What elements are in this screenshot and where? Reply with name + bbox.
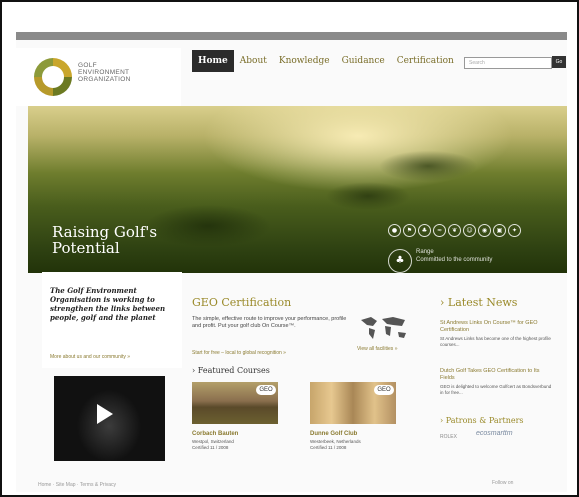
course-certified-1: Certified 11 / 2008: [192, 445, 229, 450]
geo-description: The simple, effective route to improve y…: [192, 316, 347, 329]
search-button[interactable]: Go: [552, 56, 566, 68]
footer-links[interactable]: Home · Site Map · Terms & Privacy: [38, 482, 116, 488]
logo-line-3: ORGANIZATION: [78, 76, 131, 83]
news-headline-1[interactable]: St Andrews Links On Course™ for GEO Cert…: [440, 320, 552, 334]
world-map-icon: [361, 317, 406, 339]
view-all-facilities-link[interactable]: View all facilities »: [357, 346, 397, 352]
about-link[interactable]: More about us and our community »: [50, 354, 130, 360]
leaf-icon[interactable]: ❦: [448, 224, 461, 237]
tree-icon[interactable]: ♣: [418, 224, 431, 237]
nav-about[interactable]: About: [234, 50, 273, 72]
globe-icon[interactable]: ◉: [478, 224, 491, 237]
partners-label: Patrons & Partners: [445, 416, 524, 425]
hero-caption-line-2: Committed to the community: [416, 257, 493, 263]
latest-news-title: › Latest News: [440, 296, 518, 309]
hero-caption: Range Committed to the community: [416, 248, 492, 264]
main-nav: Home About Knowledge Guidance Certificat…: [192, 50, 460, 72]
logo-text: GOLF ENVIRONMENT ORGANIZATION: [78, 62, 131, 83]
geo-certification-title[interactable]: GEO Certification: [192, 296, 291, 309]
course-name-1[interactable]: Corbach Bauten: [192, 431, 238, 437]
search-input[interactable]: Search: [464, 57, 552, 69]
hero-title: Raising Golf's Potential: [52, 224, 157, 256]
nav-certification[interactable]: Certification: [391, 50, 460, 72]
course-name-2[interactable]: Dunne Golf Club: [310, 431, 357, 437]
geo-badge-1: GEO: [256, 385, 276, 395]
building-icon[interactable]: ▣: [493, 224, 506, 237]
top-strip: [16, 32, 567, 40]
tree-badge-icon[interactable]: ♣: [388, 249, 412, 273]
featured-courses-label: Featured Courses: [197, 366, 270, 375]
course-info-2: Westerbeek, Netherlands Certified 11 / 2…: [310, 439, 361, 451]
geo-start-link[interactable]: Start for free – local to global recogni…: [192, 350, 286, 356]
water-icon[interactable]: ≈: [433, 224, 446, 237]
partners-title: › Patrons & Partners: [440, 416, 524, 425]
play-icon[interactable]: [97, 404, 113, 424]
hero-title-line-1: Raising Golf's: [52, 223, 158, 241]
people-icon[interactable]: ☺: [463, 224, 476, 237]
logo-line-2: ENVIRONMENT: [78, 69, 130, 76]
news-body-1: St Andrews Links has become one of the h…: [440, 336, 551, 347]
flag-icon[interactable]: ⚑: [403, 224, 416, 237]
nav-home[interactable]: Home: [192, 50, 234, 72]
hero-caption-line-1: Range: [416, 249, 434, 255]
footer-social[interactable]: Follow on: [492, 480, 513, 486]
browser-frame: GOLF ENVIRONMENT ORGANIZATION Home About…: [0, 0, 579, 497]
geo-badge-2: GEO: [374, 385, 394, 395]
news-headline-2[interactable]: Dutch Golf Takes GEO Certification to It…: [440, 368, 552, 382]
news-body-2: GEO is delighted to welcome Golfcert as …: [440, 384, 552, 395]
ecosmart-logo[interactable]: ecosmarttm: [476, 430, 513, 437]
hero-icon-row: ● ⚑ ♣ ≈ ❦ ☺ ◉ ▣ ✦: [388, 224, 523, 237]
geo-logo-icon[interactable]: [34, 58, 72, 96]
golf-ball-icon[interactable]: ●: [388, 224, 401, 237]
course-certified-2: Certified 11 / 2008: [310, 445, 347, 450]
latest-news-label: Latest News: [447, 296, 518, 309]
rolex-logo[interactable]: ROLEX: [440, 434, 457, 440]
logo-line-1: GOLF: [78, 62, 97, 69]
course-info-1: Westpol, Switzerland Certified 11 / 2008: [192, 439, 234, 451]
bird-icon[interactable]: ✦: [508, 224, 521, 237]
nav-knowledge[interactable]: Knowledge: [273, 50, 336, 72]
hero-title-line-2: Potential: [52, 239, 120, 257]
about-text: The Golf Environment Organisation is wor…: [50, 286, 166, 322]
featured-courses-title: › Featured Courses: [192, 366, 270, 375]
nav-guidance[interactable]: Guidance: [336, 50, 391, 72]
